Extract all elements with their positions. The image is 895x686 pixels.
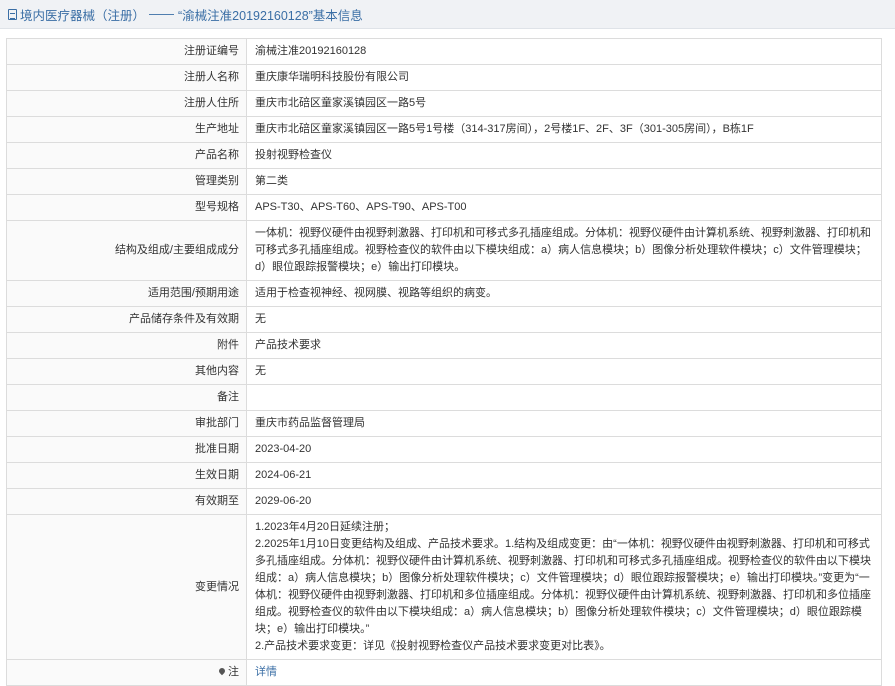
header-section: 境内医疗器械（注册） <box>20 8 146 23</box>
table-row: 型号规格 APS-T30、APS-T60、APS-T90、APS-T00 <box>6 194 882 221</box>
changes-value: 1.2023年4月20日延续注册； 2.2025年1月10日变更结构及组成、产品… <box>246 514 882 660</box>
note-label: 注 <box>228 666 239 678</box>
header-separator: —— <box>149 7 175 21</box>
row-value: 2023-04-20 <box>246 436 882 463</box>
table-row: 结构及组成/主要组成成分 一体机：视野仪硬件由视野刺激器、打印机和可移式多孔插座组… <box>6 220 882 281</box>
details-link[interactable]: 详情 <box>255 666 277 678</box>
header-title: “渝械注准20192160128”基本信息 <box>178 8 363 23</box>
table-row: 其他内容无 <box>6 358 882 385</box>
row-value: 无 <box>246 306 882 333</box>
table-row: 生效日期 2024-06-21 <box>6 462 882 489</box>
table-row: 备注 <box>6 384 882 411</box>
row-value: 2029-06-20 <box>246 488 882 515</box>
row-label: 附件 <box>6 332 247 359</box>
row-value: 渝械注准20192160128 <box>246 38 882 65</box>
changes-line: 2.产品技术要求变更：详见《投射视野检查仪产品技术要求变更对比表》。 <box>255 640 611 652</box>
row-label: 注册证编号 <box>6 38 247 65</box>
row-label: 其他内容 <box>6 358 247 385</box>
changes-line: 1.2023年4月20日延续注册； <box>255 521 395 533</box>
note-label-cell: 注 <box>6 659 247 686</box>
table-row: 生产地址 重庆市北碚区童家溪镇园区一路5号1号楼（314-317房间），2号楼1F… <box>6 116 882 143</box>
row-label: 管理类别 <box>6 168 247 195</box>
table-row: 注册证编号 渝械注准20192160128 <box>6 38 882 65</box>
row-label: 生效日期 <box>6 462 247 489</box>
row-label: 有效期至 <box>6 488 247 515</box>
row-label: 注册人住所 <box>6 90 247 117</box>
row-value: 第二类 <box>246 168 882 195</box>
row-value: 2024-06-21 <box>246 462 882 489</box>
row-label: 型号规格 <box>6 194 247 221</box>
row-label: 注册人名称 <box>6 64 247 91</box>
row-value: 产品技术要求 <box>246 332 882 359</box>
table-row-changes: 变更情况 1.2023年4月20日延续注册； 2.2025年1月10日变更结构及… <box>6 514 882 660</box>
changes-line: 2.2025年1月10日变更结构及组成、产品技术要求。1.结构及组成变更：由“一… <box>255 538 871 635</box>
table-row: 产品名称 投射视野检查仪 <box>6 142 882 169</box>
row-label: 审批部门 <box>6 410 247 437</box>
table-row: 注册人名称 重庆康华瑞明科技股份有限公司 <box>6 64 882 91</box>
row-label: 生产地址 <box>6 116 247 143</box>
table-row: 注册人住所 重庆市北碚区童家溪镇园区一路5号 <box>6 90 882 117</box>
row-value <box>246 384 882 411</box>
row-value: 无 <box>246 358 882 385</box>
row-value: 一体机：视野仪硬件由视野刺激器、打印机和可移式多孔插座组成。分体机：视野仪硬件由… <box>246 220 882 281</box>
row-value: 重庆市药品监督管理局 <box>246 410 882 437</box>
table-row: 批准日期 2023-04-20 <box>6 436 882 463</box>
detail-table-wrap: 注册证编号 渝械注准20192160128 注册人名称 重庆康华瑞明科技股份有限公司… <box>6 38 882 686</box>
note-value-cell: 详情 <box>246 659 882 686</box>
row-label: 适用范围/预期用途 <box>6 280 247 307</box>
row-value: 重庆康华瑞明科技股份有限公司 <box>246 64 882 91</box>
row-value: 投射视野检查仪 <box>246 142 882 169</box>
changes-label: 变更情况 <box>6 514 247 660</box>
table-row: 适用范围/预期用途 适用于检查视神经、视网膜、视路等组织的病变。 <box>6 280 882 307</box>
table-row: 附件 产品技术要求 <box>6 332 882 359</box>
row-label: 产品名称 <box>6 142 247 169</box>
table-row: 审批部门 重庆市药品监督管理局 <box>6 410 882 437</box>
table-row: 管理类别 第二类 <box>6 168 882 195</box>
row-value: 重庆市北碚区童家溪镇园区一路5号 <box>246 90 882 117</box>
table-row: 产品储存条件及有效期无 <box>6 306 882 333</box>
row-label: 批准日期 <box>6 436 247 463</box>
table-row-note: 注 详情 <box>6 659 882 686</box>
row-value: APS-T30、APS-T60、APS-T90、APS-T00 <box>246 194 882 221</box>
row-value: 重庆市北碚区童家溪镇园区一路5号1号楼（314-317房间），2号楼1F、2F、… <box>246 116 882 143</box>
detail-table: 注册证编号 渝械注准20192160128 注册人名称 重庆康华瑞明科技股份有限公司… <box>6 38 882 686</box>
row-value: 适用于检查视神经、视网膜、视路等组织的病变。 <box>246 280 882 307</box>
table-row: 有效期至 2029-06-20 <box>6 488 882 515</box>
row-label: 产品储存条件及有效期 <box>6 306 247 333</box>
row-label: 备注 <box>6 384 247 411</box>
page-header: 境内医疗器械（注册） —— “渝械注准20192160128”基本信息 <box>0 0 895 29</box>
row-label: 结构及组成/主要组成成分 <box>6 220 247 281</box>
document-icon <box>8 8 17 20</box>
